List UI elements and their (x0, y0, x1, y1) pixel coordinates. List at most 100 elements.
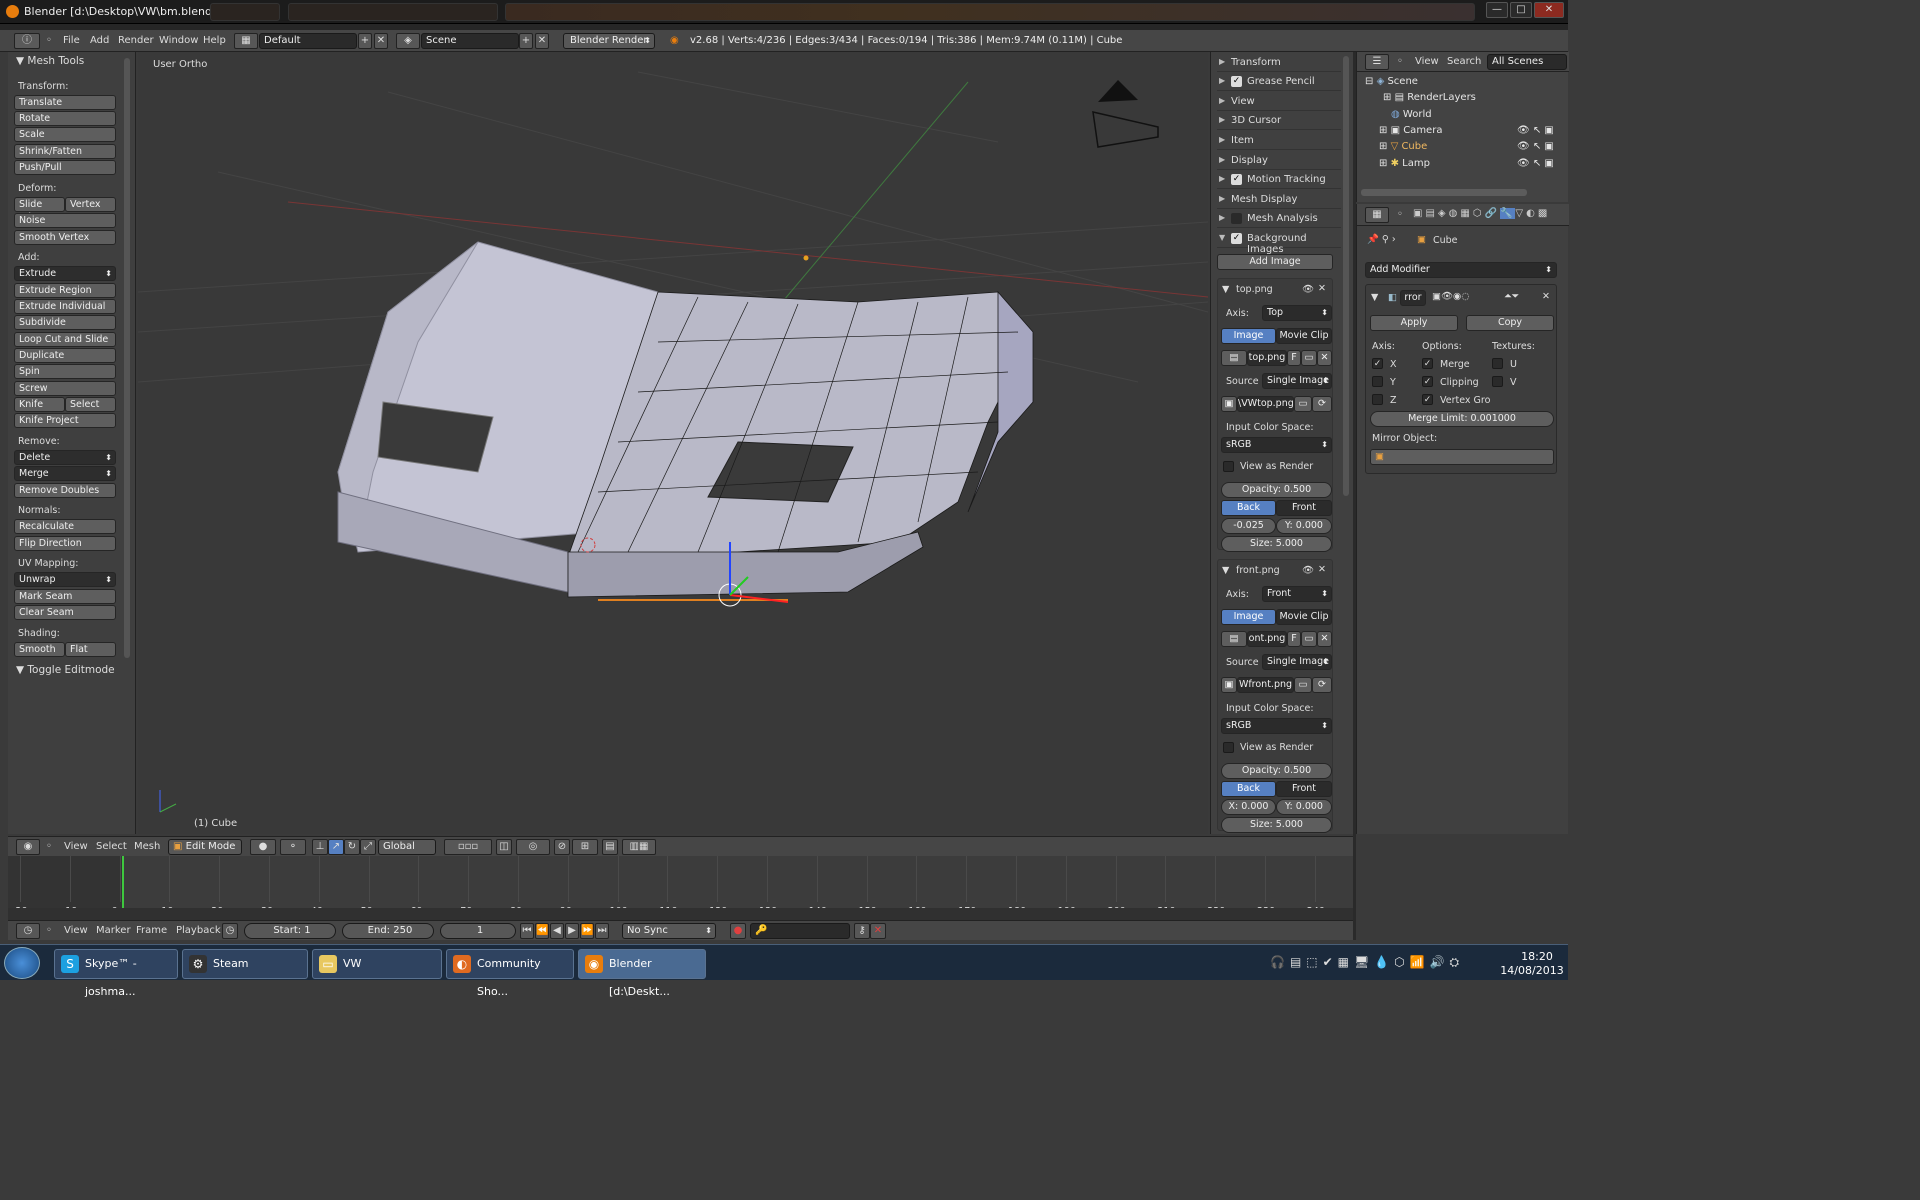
recalculate-button[interactable]: Recalculate (14, 519, 116, 534)
outliner-item-lamp[interactable]: ⊞ ✱ Lamp (1379, 158, 1430, 169)
image-path-field[interactable]: \VWtop.png (1237, 396, 1294, 412)
flat-shading-button[interactable]: Flat (65, 642, 116, 657)
taskbar-firefox[interactable]: ◐ Community Sho... (446, 949, 574, 998)
outliner-menu-view[interactable]: View (1415, 56, 1439, 67)
properties-editor-icon[interactable]: ▦ (1365, 207, 1389, 223)
properties-context-tabs[interactable]: ▣▤◈◍▦⬡🔗🔧▽◐▩ (1413, 208, 1553, 222)
viewport-menu-mesh[interactable]: Mesh (134, 841, 160, 852)
mesh-analysis-panel-header[interactable]: ▶ Mesh Analysis (1217, 210, 1341, 228)
image-tab[interactable]: Image (1221, 609, 1276, 625)
knife-select-button[interactable]: Select (65, 397, 116, 412)
knife-button[interactable]: Knife (14, 397, 65, 412)
merge-dropdown[interactable]: Merge ⬍ (14, 466, 116, 481)
scene-icon[interactable]: ◈ (396, 33, 420, 49)
viewport-menu-view[interactable]: View (64, 841, 88, 852)
timeline[interactable]: -20-100102030405060708090100110120130140… (8, 856, 1353, 920)
remove-doubles-button[interactable]: Remove Doubles (14, 483, 116, 498)
image-browse-icon[interactable]: ▤ (1221, 631, 1247, 647)
x-offset-field[interactable]: X: 0.000 (1221, 799, 1276, 815)
snap-element-icon[interactable]: ⊞ (572, 839, 598, 855)
taskbar-skype[interactable]: S Skype™ - joshma... (54, 949, 178, 998)
remove-modifier-icon[interactable]: ✕ (1542, 291, 1550, 302)
transform-panel-header[interactable]: ▶ Transform (1217, 54, 1341, 72)
keying-set-field[interactable]: 🔑 (750, 923, 850, 939)
loop-cut-button[interactable]: Loop Cut and Slide (14, 332, 116, 347)
texture-u-checkbox[interactable] (1492, 358, 1503, 369)
rotate-manipulator-icon[interactable]: ↻ (344, 839, 360, 855)
visibility-eye-icon[interactable]: 👁 ↖ ▣ (1517, 125, 1554, 136)
reload-icon[interactable]: ⟳ (1312, 396, 1332, 412)
slide-edge-button[interactable]: Slide Edge (14, 197, 65, 223)
editor-type-info-icon[interactable]: ⓘ (14, 33, 40, 49)
pivot-point-icon[interactable]: ⚬ (280, 839, 306, 855)
merge-limit-field[interactable]: Merge Limit: 0.001000 (1370, 411, 1554, 427)
timeline-menu-view[interactable]: View (64, 925, 88, 936)
front-toggle[interactable]: Front (1276, 500, 1332, 516)
collapse-menu-icon[interactable]: ◦ (1397, 209, 1403, 220)
spin-button[interactable]: Spin (14, 364, 116, 379)
camera-object[interactable] (1092, 111, 1159, 148)
menu-help[interactable]: Help (203, 35, 226, 46)
flip-direction-button[interactable]: Flip Direction (14, 536, 116, 551)
extrude-individual-button[interactable]: Extrude Individual (14, 299, 116, 314)
scale-manipulator-icon[interactable]: ⤢ (360, 839, 376, 855)
taskbar-blender[interactable]: ◉ Blender [d:\Deskt... (578, 949, 706, 998)
movie-clip-tab[interactable]: Movie Clip (1276, 609, 1332, 625)
outliner-item-camera[interactable]: ⊞ ▣ Camera (1379, 125, 1442, 136)
screw-button[interactable]: Screw (14, 381, 116, 396)
timeline-menu-frame[interactable]: Frame (136, 925, 167, 936)
modifier-display-toggles[interactable]: ▣👁◉◌ (1432, 291, 1470, 302)
motion-tracking-panel-header[interactable]: ▶ ✓ Motion Tracking (1217, 171, 1341, 189)
noise-button[interactable]: Noise (14, 213, 116, 228)
checkbox-icon[interactable] (1231, 213, 1242, 224)
taskbar-steam[interactable]: ⚙ Steam (182, 949, 308, 979)
image-toggle-arrow-icon[interactable]: ▼ (1222, 284, 1229, 295)
screen-layout-icon[interactable]: ▦ (234, 33, 258, 49)
start-frame-field[interactable]: Start: 1 (244, 923, 336, 939)
subdivide-button[interactable]: Subdivide (14, 315, 116, 330)
modifier-move-up-icon[interactable]: ⏶⏷ (1504, 291, 1519, 302)
viewport-menu-select[interactable]: Select (96, 841, 127, 852)
modifier-wrench-icon[interactable]: 🔧 (1499, 208, 1516, 219)
movie-clip-tab[interactable]: Movie Clip (1276, 328, 1332, 344)
image-tab[interactable]: Image (1221, 328, 1276, 344)
open-image-icon[interactable]: ▭ (1301, 350, 1317, 366)
area-separator[interactable] (1353, 52, 1356, 940)
visibility-eye-icon[interactable]: 👁 ↖ ▣ (1517, 158, 1554, 169)
axis-y-checkbox[interactable] (1372, 376, 1383, 387)
outliner-item-renderlayers[interactable]: ⊞ ▤ RenderLayers (1383, 92, 1476, 103)
shrink-fatten-button[interactable]: Shrink/Fatten (14, 144, 116, 159)
start-button-icon[interactable] (4, 947, 40, 979)
smooth-vertex-button[interactable]: Smooth Vertex (14, 230, 116, 245)
clipping-checkbox[interactable]: ✓ (1422, 376, 1433, 387)
knife-project-button[interactable]: Knife Project (14, 413, 116, 428)
add-scene-icon[interactable]: + (519, 33, 533, 49)
current-frame-field[interactable]: 1 (440, 923, 516, 939)
item-panel-header[interactable]: ▶ Item (1217, 132, 1341, 150)
render-view-icon[interactable]: ▤ (602, 839, 618, 855)
tool-shelf-scrollbar[interactable] (124, 58, 130, 658)
3d-cursor-panel-header[interactable]: ▶ 3D Cursor (1217, 112, 1341, 130)
clock-time[interactable]: 18:20 (1512, 950, 1562, 963)
maximize-button[interactable]: □ (1510, 2, 1532, 18)
menu-render[interactable]: Render (118, 35, 154, 46)
opacity-slider[interactable]: Opacity: 0.500 (1221, 482, 1332, 498)
smooth-shading-button[interactable]: Smooth (14, 642, 65, 657)
toggle-editmode-header[interactable]: ▼ Toggle Editmode (16, 664, 115, 676)
unwrap-dropdown[interactable]: Unwrap ⬍ (14, 572, 116, 587)
jump-keyframe-back-icon[interactable]: ⏪ (535, 923, 549, 939)
extrude-region-button[interactable]: Extrude Region (14, 283, 116, 298)
scene-field[interactable]: Scene (421, 33, 519, 49)
reload-icon[interactable]: ⟳ (1312, 677, 1332, 693)
mesh-tools-header[interactable]: ▼ Mesh Tools (16, 55, 84, 67)
push-pull-button[interactable]: Push/Pull (14, 160, 116, 175)
opacity-slider[interactable]: Opacity: 0.500 (1221, 763, 1332, 779)
rotate-button[interactable]: Rotate (14, 111, 116, 126)
proportional-edit-icon[interactable]: ◎ (516, 839, 550, 855)
vertex-groups-checkbox[interactable]: ✓ (1422, 394, 1433, 405)
play-reverse-icon[interactable]: ◀ (550, 923, 564, 939)
auto-keyframe-record-icon[interactable]: ● (730, 923, 746, 939)
display-panel-header[interactable]: ▶ Display (1217, 152, 1341, 170)
delete-keyframe-icon[interactable]: ✕ (870, 923, 886, 939)
remove-scene-icon[interactable]: ✕ (535, 33, 549, 49)
